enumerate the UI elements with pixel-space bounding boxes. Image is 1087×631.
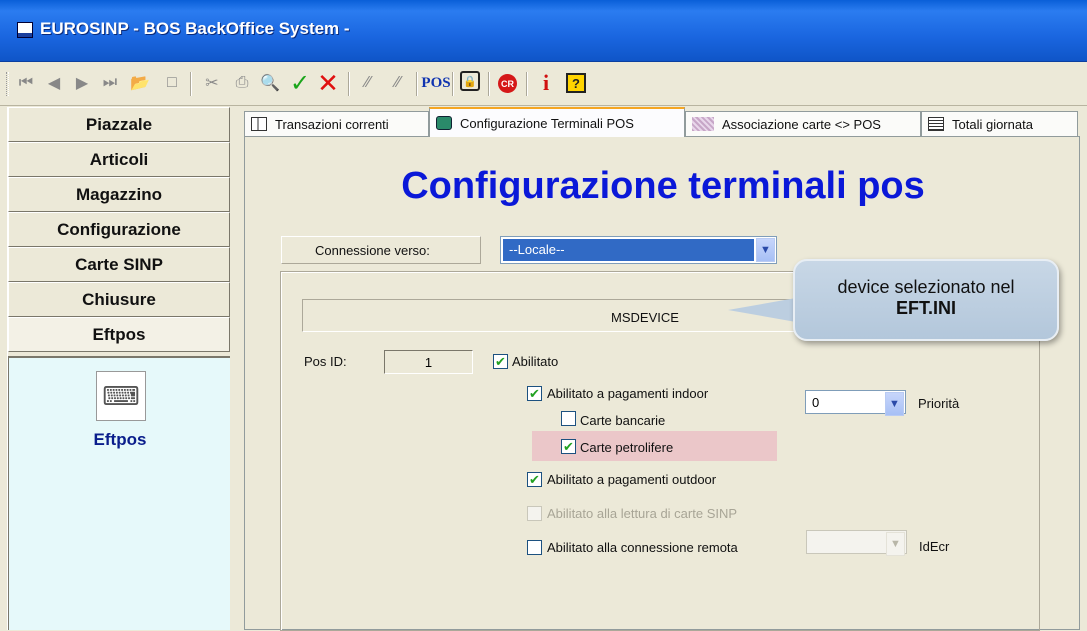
module-panel: ⌨ Eftpos — [8, 356, 230, 630]
pos-icon[interactable]: POS — [421, 71, 450, 95]
sidebar-item-magazzino[interactable]: Magazzino — [8, 177, 230, 212]
balloon-tail — [728, 298, 796, 322]
tooltip-filename: EFT.INI — [895, 298, 956, 318]
chevron-down-icon[interactable]: ▼ — [885, 392, 904, 416]
window-title: EUROSINP - BOS BackOffice System - — [40, 19, 350, 38]
remota-checkbox[interactable] — [527, 540, 542, 555]
tab-label: Totali giornata — [952, 116, 1033, 132]
tooltip-balloon: device selezionato nel EFT.INI — [793, 259, 1059, 341]
indoor-checkbox[interactable]: ✔ — [527, 386, 542, 401]
toolbar-separator — [452, 72, 454, 96]
lock-icon[interactable]: 🔒 — [460, 71, 480, 91]
cut-icon[interactable]: ✂ — [200, 71, 224, 95]
connection-value: --Locale-- — [503, 239, 754, 261]
info-icon[interactable]: i — [534, 70, 558, 95]
card-reader-icon[interactable]: ⌨ — [96, 371, 146, 421]
outdoor-checkbox[interactable]: ✔ — [527, 472, 542, 487]
lettura-sinp-label: Abilitato alla lettura di carte SINP — [547, 506, 738, 521]
first-record-icon[interactable]: ⏮ — [14, 71, 38, 95]
toolbar-grip[interactable] — [6, 72, 9, 96]
remota-label[interactable]: Abilitato alla connessione remota — [547, 540, 738, 555]
tab-configurazione-terminali[interactable]: Configurazione Terminali POS — [429, 107, 685, 137]
sidebar: Piazzale Articoli Magazzino Configurazio… — [7, 107, 230, 630]
connection-label: Connessione verso: — [281, 236, 481, 264]
tab-label: Associazione carte <> POS — [722, 116, 881, 132]
toolbar-separator — [488, 72, 490, 96]
toolbar-separator — [416, 72, 418, 96]
carte-petrolifere-label[interactable]: Carte petrolifere — [580, 440, 673, 455]
indoor-label[interactable]: Abilitato a pagamenti indoor — [547, 386, 708, 401]
cr-icon[interactable]: CR — [498, 74, 517, 93]
priority-select[interactable]: 0 ▼ — [805, 390, 906, 416]
carte-petrolifere-checkbox[interactable]: ✔ — [561, 439, 576, 454]
module-label[interactable]: Eftpos — [9, 430, 231, 450]
print-icon[interactable]: ⎙ — [230, 71, 254, 95]
lettura-sinp-checkbox — [527, 506, 542, 521]
toolbar-separator — [526, 72, 528, 96]
page-title: Configurazione terminali pos — [401, 165, 925, 207]
sidebar-item-piazzale[interactable]: Piazzale — [8, 107, 230, 142]
priority-label: Priorità — [918, 396, 960, 411]
carte-bancarie-label[interactable]: Carte bancarie — [580, 413, 665, 428]
confirm-icon[interactable]: ✓ — [288, 70, 312, 97]
next-record-icon[interactable]: ▶ — [70, 71, 94, 95]
table-icon — [251, 117, 267, 131]
sidebar-item-chiusure[interactable]: Chiusure — [8, 282, 230, 317]
app-icon — [17, 22, 33, 38]
cards-icon — [692, 117, 714, 131]
chevron-down-icon: ▼ — [886, 532, 905, 556]
pos-id-label: Pos ID: — [304, 354, 347, 369]
toolbar-separator — [190, 72, 192, 96]
new-document-icon[interactable]: □ — [160, 71, 184, 95]
idecr-label: IdEcr — [919, 539, 950, 554]
abilitato-checkbox[interactable]: ✔ — [493, 354, 508, 369]
abilitato-label[interactable]: Abilitato — [512, 354, 558, 369]
tab-associazione-carte[interactable]: Associazione carte <> POS — [685, 111, 921, 136]
sidebar-item-configurazione[interactable]: Configurazione — [8, 212, 230, 247]
tab-label: Configurazione Terminali POS — [460, 115, 634, 131]
open-folder-icon[interactable]: 📂 — [128, 71, 152, 95]
last-record-icon[interactable]: ⏭ — [98, 71, 122, 95]
prev-record-icon[interactable]: ◀ — [42, 71, 66, 95]
sidebar-item-eftpos[interactable]: Eftpos — [8, 317, 230, 352]
tooltip-line1: device selezionato nel — [837, 277, 1015, 297]
toolbar-separator — [348, 72, 350, 96]
list-icon — [928, 117, 944, 131]
tooltip-line2: EFT.INI — [795, 298, 1057, 319]
toolbar: ⏮ ◀ ▶ ⏭ 📂 □ ✂ ⎙ 🔍 ✓ ✕ ⁄⁄ ⁄⁄ POS 🔒 CR i ? — [0, 62, 1087, 106]
sidebar-item-carte-sinp[interactable]: Carte SINP — [8, 247, 230, 282]
chevron-down-icon[interactable]: ▼ — [756, 238, 775, 262]
connection-select[interactable]: --Locale-- ▼ — [500, 236, 777, 264]
tab-label: Transazioni correnti — [275, 116, 389, 132]
pen2-icon[interactable]: ⁄⁄ — [386, 71, 410, 95]
carte-bancarie-checkbox[interactable] — [561, 411, 576, 426]
tab-totali-giornata[interactable]: Totali giornata — [921, 111, 1078, 136]
title-bar[interactable]: EUROSINP - BOS BackOffice System - — [0, 0, 1087, 62]
terminal-icon — [436, 116, 452, 130]
main-panel: Configurazione terminali pos Connessione… — [244, 136, 1080, 631]
help-icon[interactable]: ? — [566, 73, 586, 93]
pen-icon[interactable]: ⁄⁄ — [356, 71, 380, 95]
cancel-icon[interactable]: ✕ — [316, 68, 340, 98]
tab-strip: Transazioni correnti Configurazione Term… — [244, 107, 1087, 137]
tab-transazioni-correnti[interactable]: Transazioni correnti — [244, 111, 429, 136]
search-icon[interactable]: 🔍 — [258, 71, 282, 95]
outdoor-label[interactable]: Abilitato a pagamenti outdoor — [547, 472, 716, 487]
priority-value: 0 — [812, 395, 820, 410]
sidebar-item-articoli[interactable]: Articoli — [8, 142, 230, 177]
idecr-select: ▼ — [806, 530, 907, 556]
pos-id-field[interactable]: 1 — [384, 350, 473, 374]
